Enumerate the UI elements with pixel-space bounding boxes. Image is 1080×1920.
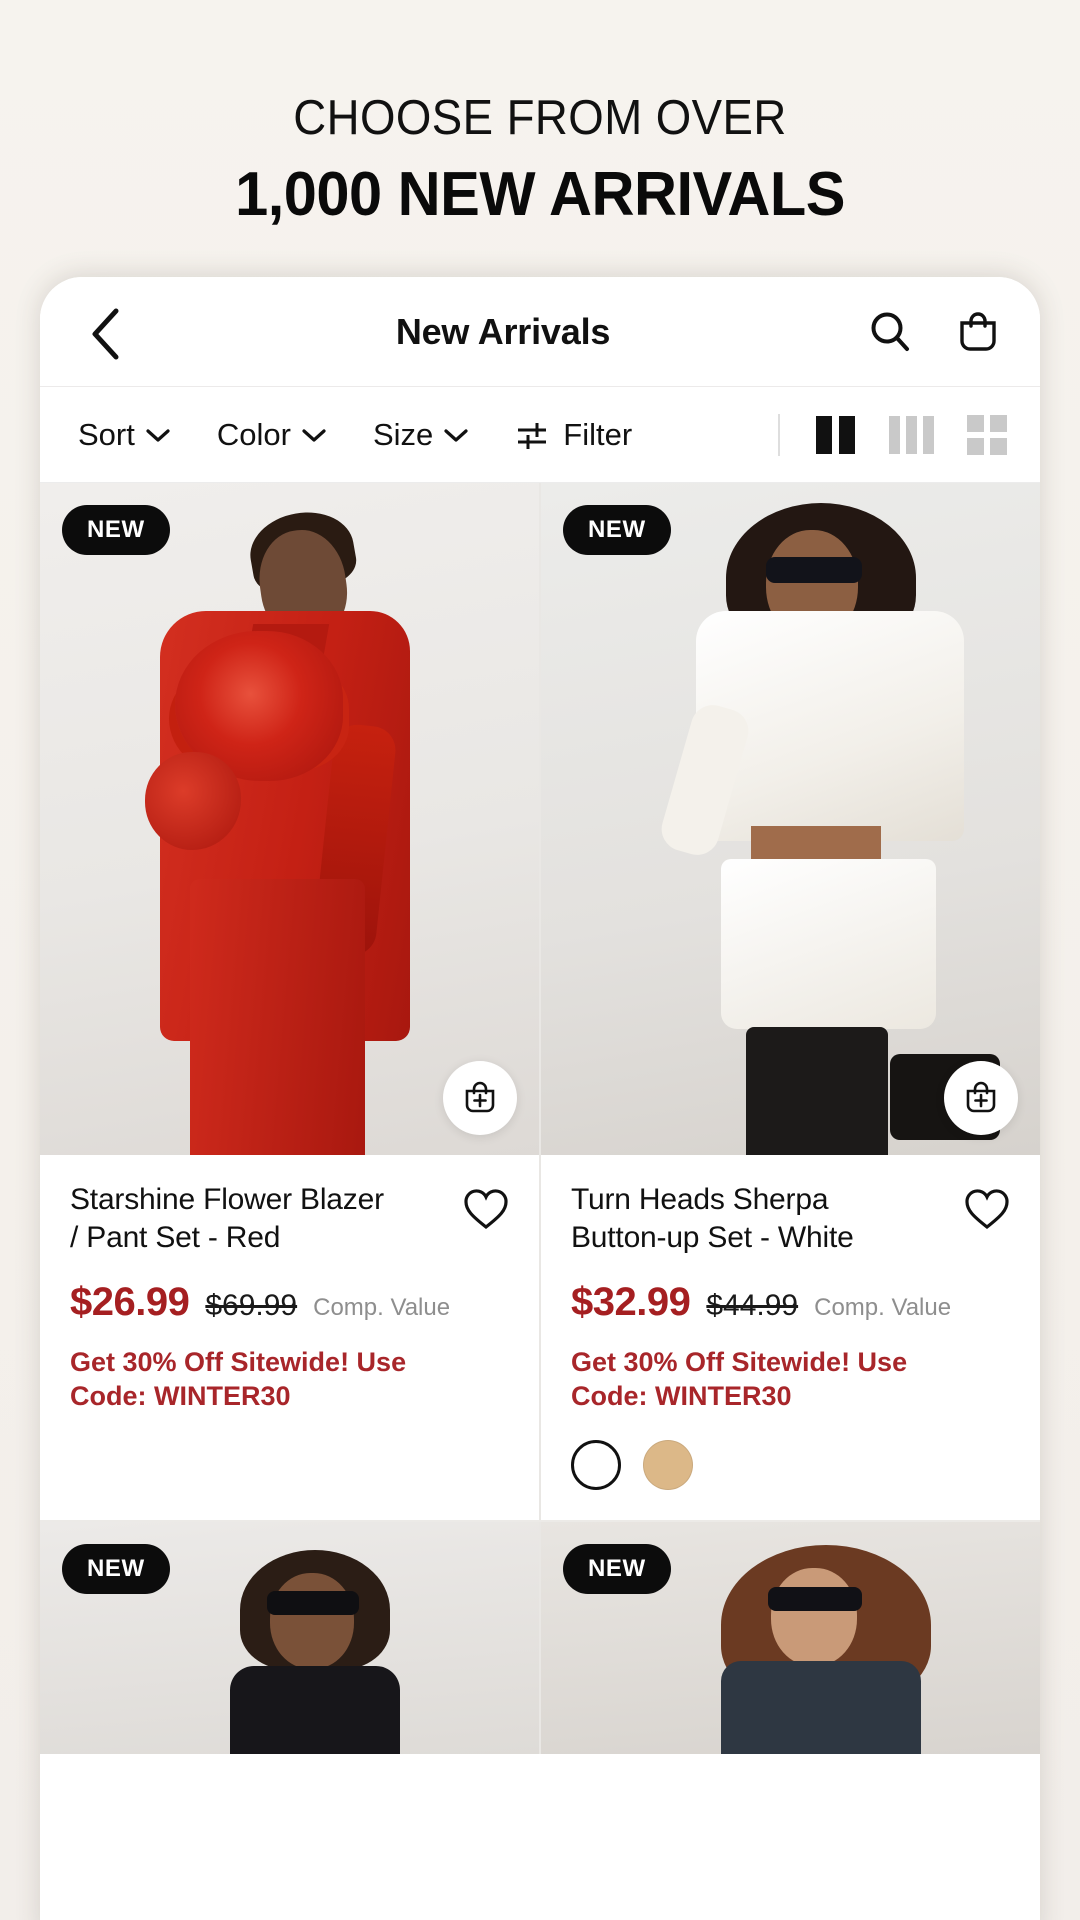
search-icon — [871, 312, 909, 351]
product-title: Starshine Flower Blazer / Pant Set - Red — [70, 1183, 384, 1255]
cart-button[interactable] — [954, 308, 1002, 356]
chevron-down-icon — [302, 428, 326, 442]
filter-sliders-icon — [518, 422, 547, 449]
sale-price: $26.99 — [70, 1279, 190, 1324]
grid-view-button[interactable] — [966, 414, 1008, 456]
wishlist-button[interactable] — [463, 1187, 509, 1231]
phone-mockup: New Arrivals Sort Color Size Filter NEW … — [40, 277, 1040, 1920]
product-card[interactable]: NEW — [40, 1521, 539, 1754]
product-image[interactable]: NEW — [40, 483, 539, 1155]
new-badge: NEW — [563, 1543, 671, 1594]
product-image[interactable]: NEW — [541, 1521, 1040, 1754]
filter-bar: Sort Color Size Filter — [40, 387, 1040, 483]
compare-price: $44.99 — [706, 1288, 799, 1322]
size-label: Size — [372, 416, 434, 452]
two-column-view-button[interactable] — [814, 414, 856, 456]
promo-text: Get 30% Off Sitewide! Use Code: WINTER30 — [571, 1346, 908, 1412]
product-image[interactable]: NEW — [541, 483, 1040, 1155]
product-card[interactable]: NEW Starshine Flower Blazer / Pant Set -… — [40, 483, 539, 1520]
compare-label: Comp. Value — [313, 1293, 451, 1321]
sort-dropdown[interactable]: Sort — [78, 417, 171, 453]
header-actions — [866, 308, 1002, 356]
bag-plus-icon — [966, 1081, 996, 1113]
product-title: Turn Heads Sherpa Button-up Set - White — [571, 1183, 854, 1255]
search-button[interactable] — [866, 308, 914, 356]
product-info: Turn Heads Sherpa Button-up Set - White … — [541, 1155, 1040, 1520]
add-to-bag-button[interactable] — [443, 1061, 517, 1135]
compare-price: $69.99 — [205, 1288, 298, 1322]
product-photo-white-sherpa — [541, 483, 1040, 1155]
three-column-icon — [888, 415, 934, 454]
three-column-view-button[interactable] — [888, 414, 934, 456]
color-swatches — [571, 1439, 1010, 1490]
view-toggle-group — [814, 414, 1008, 456]
app-header: New Arrivals — [40, 277, 1040, 387]
promo-headline: CHOOSE FROM OVER 1,000 NEW ARRIVALS — [0, 91, 1080, 229]
promo-line-2: 1,000 NEW ARRIVALS — [235, 159, 845, 229]
product-image[interactable]: NEW — [40, 1521, 539, 1754]
color-dropdown[interactable]: Color — [217, 417, 327, 453]
price-row: $32.99 $44.99 Comp. Value — [571, 1280, 1010, 1325]
wishlist-button[interactable] — [964, 1187, 1010, 1231]
new-badge: NEW — [62, 505, 170, 555]
grid-view-icon — [967, 414, 1007, 455]
new-badge: NEW — [563, 505, 671, 555]
shopping-bag-icon — [960, 311, 996, 351]
new-badge: NEW — [62, 1543, 170, 1594]
product-card[interactable]: NEW — [541, 1521, 1040, 1754]
swatch-tan[interactable] — [643, 1439, 693, 1490]
price-row: $26.99 $69.99 Comp. Value — [70, 1280, 509, 1325]
promo-text: Get 30% Off Sitewide! Use Code: WINTER30 — [70, 1346, 407, 1412]
add-to-bag-button[interactable] — [944, 1061, 1018, 1135]
divider — [778, 413, 780, 456]
filter-button[interactable]: Filter — [515, 417, 632, 453]
filter-label: Filter — [563, 416, 633, 452]
promo-line-1: CHOOSE FROM OVER — [293, 91, 787, 145]
two-column-icon — [815, 415, 855, 454]
size-dropdown[interactable]: Size — [373, 417, 469, 453]
title-row: Turn Heads Sherpa Button-up Set - White — [571, 1181, 1010, 1258]
product-card[interactable]: NEW Turn Heads Sherpa Button-up Set - Wh… — [541, 483, 1040, 1520]
bag-plus-icon — [465, 1081, 495, 1113]
heart-icon — [965, 1189, 1009, 1230]
heart-icon — [464, 1189, 508, 1230]
back-button[interactable] — [78, 307, 132, 361]
page-title: New Arrivals — [395, 310, 611, 352]
compare-label: Comp. Value — [814, 1293, 952, 1321]
product-grid: NEW Starshine Flower Blazer / Pant Set -… — [40, 483, 1040, 1754]
screenshot-root: CHOOSE FROM OVER 1,000 NEW ARRIVALS New … — [0, 0, 1080, 1920]
sort-label: Sort — [78, 416, 135, 452]
chevron-down-icon — [146, 428, 170, 442]
title-row: Starshine Flower Blazer / Pant Set - Red — [70, 1181, 509, 1258]
color-label: Color — [216, 416, 291, 452]
swatch-white[interactable] — [571, 1439, 621, 1490]
product-photo-red-suit — [40, 483, 539, 1155]
product-info: Starshine Flower Blazer / Pant Set - Red… — [40, 1155, 539, 1444]
sale-price: $32.99 — [571, 1279, 691, 1324]
chevron-left-icon — [92, 308, 119, 359]
chevron-down-icon — [444, 428, 468, 442]
